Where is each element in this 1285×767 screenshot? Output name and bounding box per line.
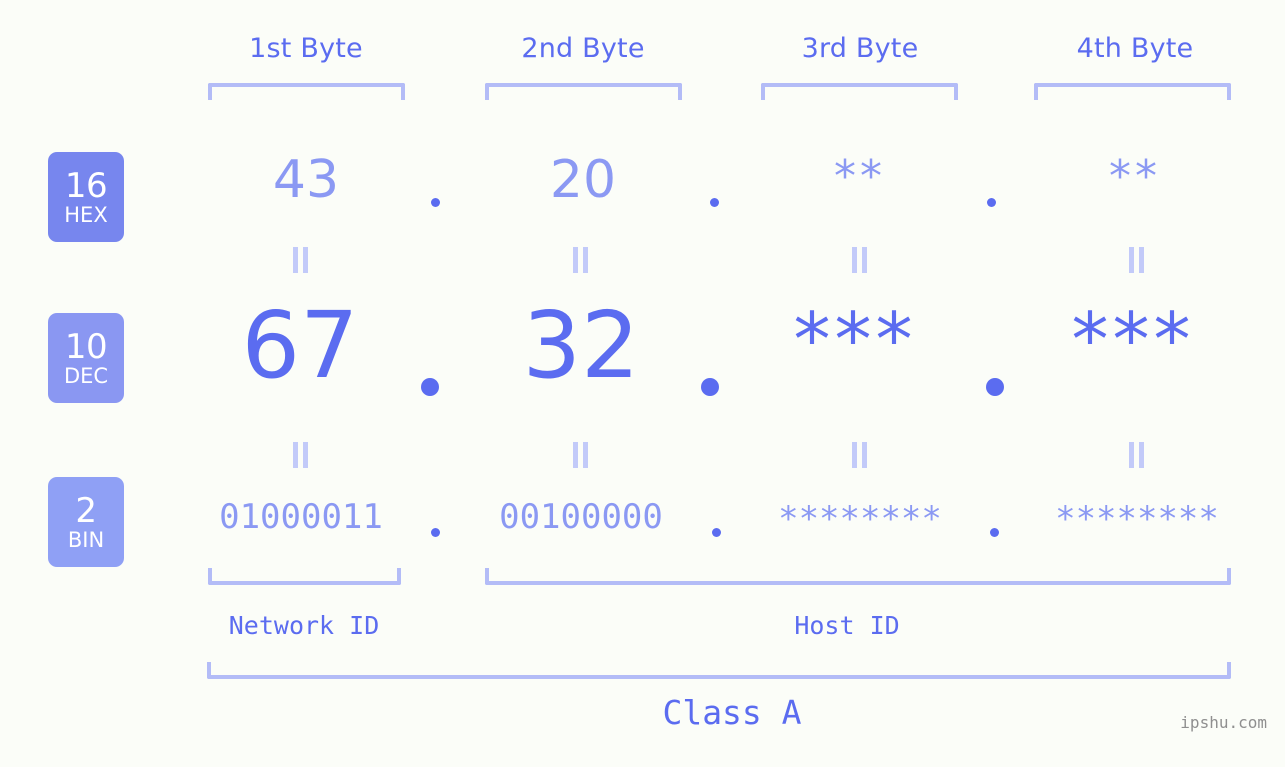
dec-separator-3 (986, 378, 1004, 396)
watermark: ipshu.com (1180, 713, 1267, 732)
byte-header-2: 2nd Byte (521, 33, 645, 64)
equals-mark-dec-bin-2 (572, 442, 590, 468)
ip-address-breakdown-diagram: 1st Byte 2nd Byte 3rd Byte 4th Byte 16 H… (0, 0, 1285, 767)
radix-badge-bin: 2 BIN (48, 477, 124, 567)
equals-mark-hex-dec-3 (851, 247, 869, 273)
byte-bracket-2 (485, 83, 682, 100)
equals-mark-hex-dec-2 (572, 247, 590, 273)
byte-header-4: 4th Byte (1076, 33, 1194, 64)
dec-separator-2 (701, 378, 719, 396)
radix-badge-bin-number: 2 (75, 490, 97, 531)
class-bracket (207, 662, 1231, 679)
host-id-label: Host ID (794, 611, 900, 640)
equals-mark-dec-bin-1 (292, 442, 310, 468)
dec-byte-3: *** (793, 297, 917, 383)
equals-mark-hex-dec-1 (292, 247, 310, 273)
byte-bracket-1 (208, 83, 405, 100)
radix-badge-dec: 10 DEC (48, 313, 124, 403)
byte-bracket-4 (1034, 83, 1231, 100)
radix-badge-dec-number: 10 (64, 326, 108, 367)
radix-badge-hex: 16 HEX (48, 152, 124, 242)
radix-badge-hex-name: HEX (64, 202, 108, 227)
equals-mark-dec-bin-4 (1128, 442, 1146, 468)
radix-badge-dec-name: DEC (63, 363, 109, 388)
network-id-bracket (208, 568, 401, 585)
byte-header-3: 3rd Byte (801, 33, 919, 64)
class-label: Class A (662, 693, 802, 732)
dec-byte-1: 67 (241, 292, 359, 399)
hex-byte-1: 43 (272, 150, 340, 210)
hex-separator-3 (987, 198, 996, 207)
hex-byte-4: ** (1109, 151, 1161, 202)
bin-byte-1: 01000011 (219, 497, 383, 537)
radix-badge-bin-name: BIN (67, 527, 105, 552)
dec-separator-1 (421, 378, 439, 396)
bin-separator-1 (431, 528, 440, 537)
equals-mark-dec-bin-3 (851, 442, 869, 468)
byte-bracket-3 (761, 83, 958, 100)
hex-byte-3: ** (834, 151, 886, 202)
bin-separator-2 (712, 528, 721, 537)
radix-badge-hex-number: 16 (64, 165, 108, 206)
bin-byte-2: 00100000 (499, 497, 663, 537)
hex-separator-2 (710, 198, 719, 207)
hex-separator-1 (431, 198, 440, 207)
dec-byte-4: *** (1071, 297, 1195, 383)
bin-separator-3 (990, 528, 999, 537)
dec-byte-2: 32 (522, 292, 640, 399)
network-id-label: Network ID (228, 611, 380, 640)
hex-byte-2: 20 (549, 150, 617, 210)
bin-byte-3: ******** (778, 499, 942, 539)
bin-byte-4: ******** (1055, 499, 1219, 539)
host-id-bracket (485, 568, 1231, 585)
equals-mark-hex-dec-4 (1128, 247, 1146, 273)
byte-header-1: 1st Byte (249, 33, 363, 64)
